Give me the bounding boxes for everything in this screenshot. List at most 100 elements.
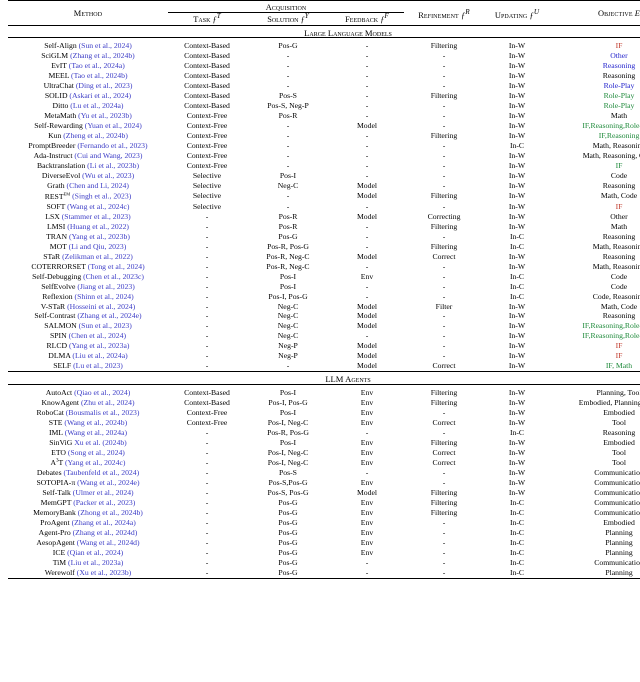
citation-link[interactable]: (Singh et al., 2023) [72,192,131,201]
cell-updating: In-W [508,201,526,211]
cell-objective: IF,Reasoning,Role-Play [582,331,640,341]
citation-link[interactable]: (Huang et al., 2022) [67,222,129,231]
citation-link[interactable]: (Yuan et al., 2024) [85,121,142,130]
citation-link[interactable]: (Wang et al., 2024e) [77,478,139,487]
cell-refinement: - [442,467,446,477]
cell-objective: Embodied, Planning, Tool [578,397,640,407]
citation-link[interactable]: (Song et al., 2024) [68,448,125,457]
cell-objective: Code [610,171,628,181]
cell-solution: Pos-G [278,557,298,567]
method-name: Self-Align [44,41,77,51]
cell-feedback: Env [360,507,374,517]
citation-link[interactable]: (Zelikman et al., 2022) [62,252,133,261]
citation-link[interactable]: (Wang et al., 2024d) [77,538,140,547]
citation-link[interactable]: (Zhang et al., 2024b) [70,51,135,60]
citation-link[interactable]: (Sun et al., 2023) [79,321,132,330]
cell-task: Context-Free [186,417,228,427]
citation-link[interactable]: (Tao et al., 2024a) [69,61,125,70]
citation-link[interactable]: (Fernando et al., 2023) [77,141,147,150]
cell-refinement: Filtering [430,41,458,51]
citation-link[interactable]: (Qiao et al., 2024) [74,388,130,397]
citation-link[interactable]: (Zheng et al., 2024b) [63,131,128,140]
citation-link[interactable]: (Taubenfeld et al., 2024) [64,468,140,477]
citation-link[interactable]: (Sun et al., 2024) [79,41,132,50]
cell-updating: In-W [508,437,526,447]
cell-updating: In-W [508,221,526,231]
citation-link[interactable]: (Lu et al., 2023) [73,361,123,370]
citation-link[interactable]: (Qian et al., 2024) [67,548,123,557]
citation-link[interactable]: (Yu et al., 2023b) [78,111,132,120]
cell-feedback: - [365,231,369,241]
cell-objective: Code [610,271,628,281]
citation-link[interactable]: (Li and Qiu, 2023) [69,242,127,251]
table-row: SOLID (Askari et al., 2024) Context-Based… [8,91,640,101]
citation-link[interactable]: (Stammer et al., 2023) [62,212,131,221]
citation-link[interactable]: (Tong et al., 2024) [88,262,145,271]
citation-link[interactable]: (Zhang et al., 2024d) [73,528,138,537]
cell-updating: In-W [508,41,526,51]
citation-link[interactable]: (Ding et al., 2023) [76,81,133,90]
cell-updating: In-W [508,361,526,371]
cell-solution: Pos-R, Neg-C [266,251,310,261]
method-name: Agent-Pro [38,527,71,537]
citation-link[interactable]: (Wang et al., 2024a) [65,428,127,437]
citation-link[interactable]: (Wang et al., 2024b) [64,418,127,427]
citation-link[interactable]: (Yang et al., 2024c) [65,458,126,467]
cell-method: Werewolf (Xu et al., 2023b) [8,568,168,578]
method-name: RESTEM [44,191,71,201]
citation-link[interactable]: (Liu et al., 2023a) [68,558,123,567]
citation-link[interactable]: (Zhang et al., 2024e) [77,311,141,320]
citation-link[interactable]: (Xu et al., 2023b) [77,568,131,577]
cell-solution: Pos-R [278,221,298,231]
cell-feedback: Model [356,321,378,331]
cell-objective: Planning [605,567,633,577]
cell-refinement: - [442,517,446,527]
citation-link[interactable]: (Tao et al., 2024b) [71,71,127,80]
table-row: LSX (Stammer et al., 2023) - Pos-R Model Cor… [8,212,640,222]
cell-refinement: - [442,427,446,437]
citation-link[interactable]: (Wang et al., 2024c) [67,202,129,211]
cell-refinement: Correct [432,361,456,371]
citation-link[interactable]: (Chen and Li, 2024) [67,181,129,190]
citation-link[interactable]: (Cui and Wang, 2023) [74,151,142,160]
table-row: Kun (Zheng et al., 2024b) Context-Free - - F… [8,131,640,141]
citation-link[interactable]: (Askari et al., 2024) [69,91,131,100]
cell-updating: In-W [508,131,526,141]
cell-method: RLCD (Yang et al., 2023a) [8,341,168,351]
citation-link[interactable]: (Shinn et al., 2024) [75,292,134,301]
table-row: LMSI (Huang et al., 2022) - Pos-R - Filterin… [8,221,640,231]
cell-refinement: - [442,281,446,291]
citation-link[interactable]: (Yang et al., 2023a) [69,341,130,350]
table-row: AutoAct (Qiao et al., 2024) Context-Based… [8,388,640,398]
cell-task: - [205,527,209,537]
cell-feedback: Env [360,417,374,427]
citation-link[interactable]: (Packer et al., 2023) [73,498,135,507]
method-name: ICE [52,547,66,557]
citation-link[interactable]: (Bousmalis et al., 2023) [66,408,140,417]
cell-refinement: - [442,201,446,211]
citation-link[interactable]: (Yang et al., 2023b) [69,232,130,241]
citation-link[interactable]: (Zhang et al., 2024a) [72,518,136,527]
citation-link[interactable]: (Jiang et al., 2023) [77,282,134,291]
citation-link[interactable]: (Zhong et al., 2024b) [78,508,143,517]
citation-link[interactable]: (Li et al., 2023b) [87,161,139,170]
citation-link[interactable]: (Liu et al., 2024a) [72,351,127,360]
citation-link[interactable]: (Zhu et al., 2024) [81,398,135,407]
method-comparison-table: Method Acquisition Refinement ƒR Updatin… [8,0,640,582]
citation-link[interactable]: (Hosseini et al., 2024) [67,302,135,311]
citation-link[interactable]: (Wu et al., 2023) [82,171,134,180]
cell-solution: - [286,61,290,71]
cell-solution: Pos-S, Pos-G [267,487,309,497]
citation-link[interactable]: Xu et al. (2024b) [74,438,127,447]
method-name: Self-Rewarding [34,121,83,131]
citation-link[interactable]: (Ulmer et al., 2024) [73,488,134,497]
cell-refinement: - [442,171,446,181]
cell-objective: Communication [594,507,640,517]
citation-link[interactable]: (Chen et al., 2023c) [83,272,144,281]
header-feedback-label: Feedback [345,15,379,25]
cell-refinement: - [442,261,446,271]
citation-link[interactable]: (Lu et al., 2024a) [70,101,123,110]
cell-objective: IF [615,41,623,51]
citation-link[interactable]: (Chen et al., 2024) [69,331,126,340]
cell-updating: In-W [508,301,526,311]
